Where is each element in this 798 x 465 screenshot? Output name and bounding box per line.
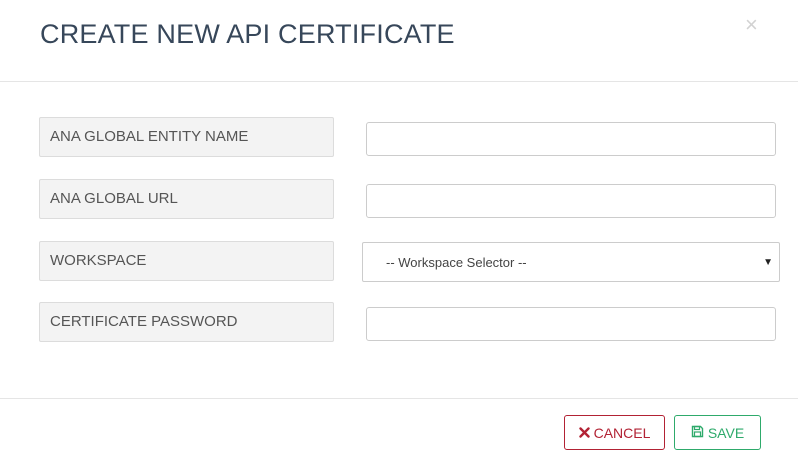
caret-down-icon: ▼ [763,257,773,268]
modal-footer: CANCEL SAVE [0,398,798,465]
global-url-input[interactable] [366,184,776,218]
certificate-password-label: CERTIFICATE PASSWORD [39,302,334,342]
floppy-disk-icon [691,417,704,450]
workspace-select-value: -- Workspace Selector -- [386,255,527,270]
global-url-label: ANA GLOBAL URL [39,179,334,219]
create-certificate-modal: CREATE NEW API CERTIFICATE × ANA GLOBAL … [0,0,798,465]
certificate-password-input[interactable] [366,307,776,341]
workspace-label: WORKSPACE [39,241,334,281]
save-button[interactable]: SAVE [674,415,761,450]
entity-name-label: ANA GLOBAL ENTITY NAME [39,117,334,157]
save-button-label: SAVE [707,424,745,441]
times-icon [578,417,590,450]
cancel-button[interactable]: CANCEL [564,415,665,450]
workspace-select[interactable]: -- Workspace Selector -- ▼ [362,242,780,282]
close-icon[interactable]: × [745,14,758,36]
modal-header: CREATE NEW API CERTIFICATE × [0,0,798,82]
entity-name-input[interactable] [366,122,776,156]
cancel-button-label: CANCEL [593,424,651,441]
modal-title: CREATE NEW API CERTIFICATE [40,19,455,49]
